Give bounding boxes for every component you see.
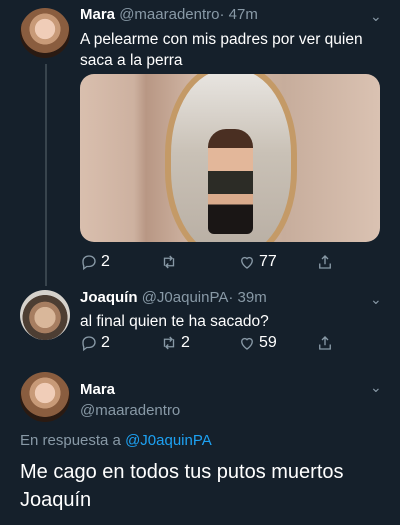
retweet-icon [163,336,175,350]
focused-author: Mara @maaradentro [80,379,180,421]
reply-count: 2 [101,253,110,270]
tweet-header: Joaquín @J0aquinPA· 39m [80,289,267,306]
like-button[interactable]: 77 [238,253,277,271]
timestamp[interactable]: · 47m [219,6,257,23]
retweet-button[interactable]: 2 [160,334,190,352]
retweet-count: 2 [181,334,190,351]
share-icon [319,255,331,269]
retweet-button[interactable] [160,253,181,271]
author-name[interactable]: Mara [80,379,180,400]
tweet-image[interactable] [80,74,380,242]
tweet-text: al final quien te ha sacado? [80,313,269,330]
like-count: 59 [259,334,277,351]
author-handle[interactable]: @J0aquinPA [142,289,229,306]
chevron-down-icon[interactable]: ⌄ [370,8,382,25]
like-icon [241,256,253,269]
like-icon [241,337,253,350]
focused-tweet-text: Me cago en todos tus putos muertos Joaqu… [20,461,344,511]
reply-count: 2 [101,334,110,351]
chevron-down-icon[interactable]: ⌄ [370,291,382,308]
reply-icon [82,336,96,352]
tweet-text: A pelearme con mis padres por ver quien … [80,31,363,69]
photo-subject [208,129,253,234]
tweet-header: Mara @maaradentro· 47m [80,6,258,23]
author-handle[interactable]: @maaradentro [119,6,219,23]
share-icon [319,336,331,350]
like-button[interactable]: 59 [238,334,277,352]
avatar[interactable] [20,8,70,58]
avatar[interactable] [20,372,70,422]
reply-button[interactable]: 2 [80,253,110,271]
retweet-icon [163,255,175,269]
thread-line [45,64,47,286]
author-name[interactable]: Mara [80,6,115,23]
share-button[interactable] [316,253,334,271]
reply-context: En respuesta a @J0aquinPA [20,432,212,449]
chevron-down-icon[interactable]: ⌄ [370,379,382,396]
reply-prefix: En respuesta a [20,432,126,449]
reply-mention-link[interactable]: @J0aquinPA [125,432,212,449]
share-button[interactable] [316,334,334,352]
avatar[interactable] [20,290,70,340]
author-name[interactable]: Joaquín [80,289,138,306]
reply-icon [82,255,96,271]
author-handle[interactable]: @maaradentro [80,400,180,421]
like-count: 77 [259,253,277,270]
reply-button[interactable]: 2 [80,334,110,352]
timestamp[interactable]: · 39m [228,289,266,306]
